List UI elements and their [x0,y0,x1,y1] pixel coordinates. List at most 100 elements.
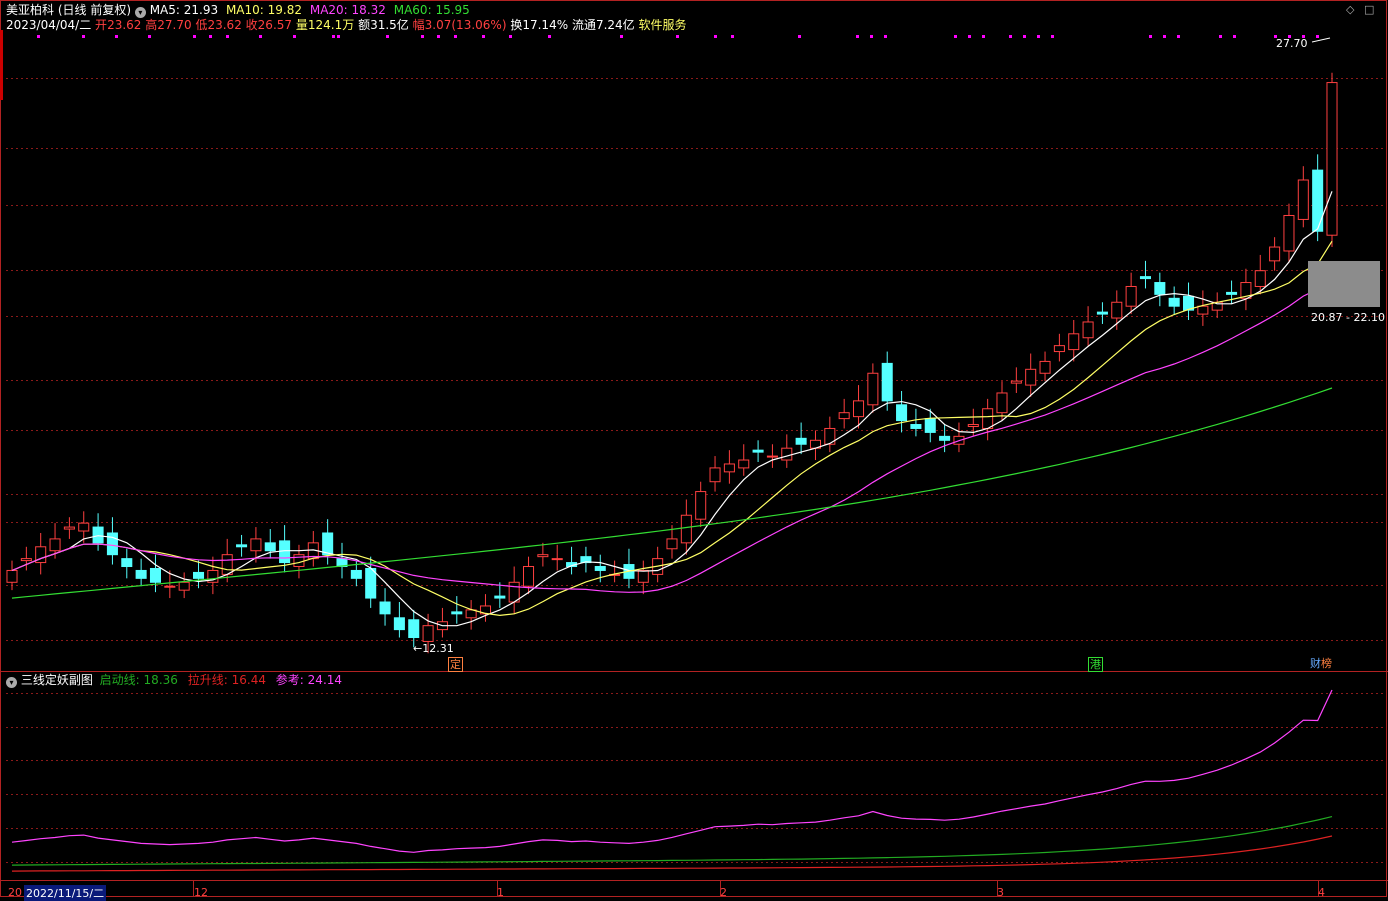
candle-body [537,554,549,558]
ma60-label: MA60: 15.95 [393,3,470,17]
window-controls: ◇ □ [1346,3,1374,16]
event-dot [209,35,212,38]
reference-line-label: 参考: 24.14 [275,673,343,687]
volume: 量124.1万 [295,18,355,32]
axis-month-3: 3 [997,886,1004,899]
indicator-name[interactable]: 三线定妖副图 [21,673,93,687]
candle-body [393,617,405,631]
float-shares: 流通7.24亿 [571,18,635,32]
event-dot [421,35,424,38]
candle-body [365,567,377,599]
candle-body [1096,311,1108,315]
indicator-title-bar: ▾ 三线定妖副图 启动线: 18.36 拉升线: 16.44 参考: 24.14 [6,673,342,688]
settings-circle-icon[interactable]: ▾ [134,7,146,18]
candle-body [1053,345,1065,353]
candle-body [1111,301,1123,319]
candle-body [1283,214,1295,252]
indicator-settings-icon[interactable]: ▾ [6,677,17,688]
axis-month-1: 1 [497,886,504,899]
event-dot [386,35,389,38]
candle-body [1326,82,1338,236]
candle-body [523,566,535,587]
candle-body [781,447,793,461]
amount: 额31.5亿 [358,18,409,32]
high-price: 高27.70 [145,18,192,32]
candle-body [121,558,133,568]
kline-chart[interactable] [0,0,1388,898]
candle-body [20,558,32,562]
event-dot [454,35,457,38]
event-dot [437,35,440,38]
start-line-label: 启动线: 18.36 [99,673,178,687]
axis-year-label: 20 [8,886,22,899]
low-price: 低23.62 [195,18,242,32]
candle-body [1025,368,1037,386]
expand-icon[interactable]: □ [1364,3,1374,16]
candle-body [867,372,879,406]
event-dot [337,35,340,38]
candle-body [881,362,893,402]
candle-body [264,542,276,552]
candle-body [1125,285,1137,307]
rise-line-label: 拉升线: 16.44 [187,673,266,687]
candle-body [164,585,176,588]
candle-body [853,400,865,418]
high-arrow [1311,37,1331,43]
event-dot [193,35,196,38]
candle-body [322,532,334,556]
event-dot [1163,35,1166,38]
candle-body [896,404,908,422]
stock-title-bar: 美亚柏科 (日线 前复权) ▾ MA5: 21.93 MA10: 19.82 M… [6,3,470,18]
event-dot [968,35,971,38]
candle-body [752,449,764,453]
event-dot [293,35,296,38]
event-dot [954,35,957,38]
event-dot [798,35,801,38]
industry[interactable]: 软件服务 [639,18,687,32]
marker-gang[interactable]: 港 [1088,657,1103,672]
candle-body [236,544,248,548]
rise-line [11,835,1333,872]
candle-body [494,595,506,599]
range-highlight-box[interactable] [1308,261,1380,307]
event-dot [548,35,551,38]
candle-body [996,392,1008,414]
candle-body [967,424,979,427]
candle-body [92,526,104,544]
candle-body [6,569,18,583]
event-dot [226,35,229,38]
marker-ding[interactable]: 定 [448,657,463,672]
candle-body [379,601,391,615]
start-line [11,816,1333,866]
candle-body [63,526,75,530]
open-price: 开23.62 [95,18,142,32]
marker-cai-bang[interactable]: 财榜 [1309,657,1333,670]
candle-body [1254,270,1266,287]
diamond-icon[interactable]: ◇ [1346,3,1354,16]
candle-body [1269,246,1281,262]
event-dot [115,35,118,38]
candle-body [422,625,434,642]
event-dot [1233,35,1236,38]
candle-body [106,532,118,556]
candle-body [551,558,563,561]
candle-body [637,569,649,583]
event-dot [37,35,40,38]
period-label[interactable]: (日线 前复权) [58,3,131,17]
ma10-label: MA10: 19.82 [225,3,303,17]
event-dot [482,35,485,38]
event-dot [714,35,717,38]
left-edge-marker [0,30,3,100]
event-dot [148,35,151,38]
candle-body [221,554,233,575]
candle-body [838,412,850,420]
event-dot [1009,35,1012,38]
event-dot [82,35,85,38]
candle-body [279,540,291,564]
axis-month-4: 4 [1318,886,1325,899]
candle-body [766,455,778,458]
candle-body [738,459,750,469]
turnover: 换17.14% [510,18,569,32]
stock-name[interactable]: 美亚柏科 [6,3,54,17]
candle-body [910,424,922,429]
